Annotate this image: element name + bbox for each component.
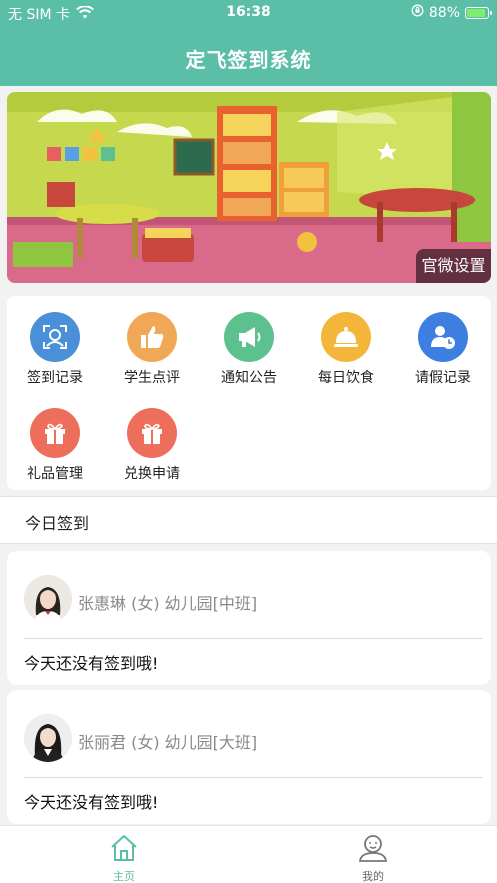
thumbs-up-icon <box>127 312 177 362</box>
student-card[interactable]: 张丽君 (女) 幼儿园[大班] 今天还没有签到哦! <box>7 690 491 824</box>
home-icon <box>111 835 137 861</box>
menu-item-exchange-requests[interactable]: 兑换申请 <box>104 408 200 488</box>
gift-icon <box>30 408 80 458</box>
megaphone-icon <box>224 312 274 362</box>
page-title: 定飞签到系统 <box>185 48 312 72</box>
card-divider <box>24 777 483 778</box>
battery-percent: 88% <box>428 4 460 21</box>
menu-label: 通知公告 <box>221 370 277 386</box>
menu-label: 每日饮食 <box>318 370 374 386</box>
menu-label: 签到记录 <box>27 370 83 386</box>
food-bell-icon <box>321 312 371 362</box>
tab-label: 主页 <box>113 870 135 883</box>
orientation-lock-icon <box>411 4 424 21</box>
gift-icon <box>127 408 177 458</box>
menu-label: 请假记录 <box>415 370 471 386</box>
student-avatar <box>24 575 72 623</box>
menu-label: 兑换申请 <box>124 466 180 482</box>
app-header: 无 SIM 卡 16:38 88% 定飞签到系统 <box>0 0 497 86</box>
bottom-tab-bar: 主页 我的 <box>0 825 497 883</box>
banner-image: 官微设置 <box>7 92 491 283</box>
tab-label: 我的 <box>362 870 384 883</box>
menu-item-leave-records[interactable]: 请假记录 <box>395 312 491 392</box>
menu-item-student-reviews[interactable]: 学生点评 <box>104 312 200 392</box>
profile-icon <box>358 835 388 862</box>
tab-profile[interactable]: 我的 <box>333 832 413 883</box>
checkin-status: 今天还没有签到哦! <box>24 793 159 812</box>
student-card[interactable]: 张惠琳 (女) 幼儿园[中班] 今天还没有签到哦! <box>7 551 491 685</box>
menu-label: 礼品管理 <box>27 466 83 482</box>
battery-icon <box>465 6 492 19</box>
checkin-status: 今天还没有签到哦! <box>24 654 159 673</box>
function-menu: 签到记录 学生点评 通知公告 每日饮食 请假记录 礼品管理 兑换申请 <box>7 296 491 490</box>
today-checkin-section: 今日签到 <box>0 496 497 544</box>
section-title: 今日签到 <box>25 514 90 533</box>
face-scan-icon <box>30 312 80 362</box>
tab-home[interactable]: 主页 <box>84 832 164 883</box>
official-account-settings-button[interactable]: 官微设置 <box>416 249 491 283</box>
menu-item-gift-management[interactable]: 礼品管理 <box>7 408 103 488</box>
menu-item-checkin-records[interactable]: 签到记录 <box>7 312 103 392</box>
status-right: 88% <box>411 4 492 21</box>
menu-item-daily-meals[interactable]: 每日饮食 <box>298 312 394 392</box>
student-info: 张惠琳 (女) 幼儿园[中班] <box>78 594 258 613</box>
menu-label: 学生点评 <box>124 370 180 386</box>
student-info: 张丽君 (女) 幼儿园[大班] <box>78 733 258 752</box>
user-clock-icon <box>418 312 468 362</box>
status-bar: 无 SIM 卡 16:38 88% <box>0 0 497 26</box>
menu-item-announcements[interactable]: 通知公告 <box>201 312 297 392</box>
card-divider <box>24 638 483 639</box>
student-avatar <box>24 714 72 762</box>
